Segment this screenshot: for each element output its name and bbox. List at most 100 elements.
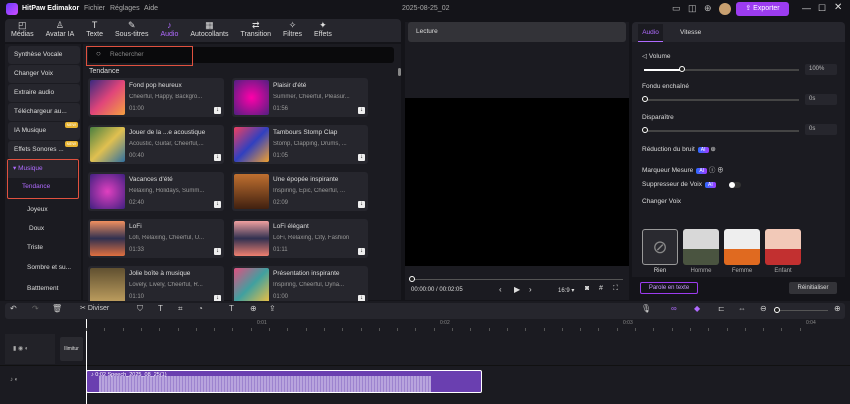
fade-in-slider[interactable]: [644, 99, 799, 101]
marker-icon[interactable]: ⛉: [137, 304, 143, 314]
zoom-out-icon[interactable]: ⊖: [760, 304, 767, 313]
sidebar-item-changer-voix[interactable]: Changer Voix: [8, 65, 80, 83]
sidebar-item-synthese-vocale[interactable]: Synthèse Vocale: [8, 46, 80, 64]
tab-transition[interactable]: ⇄ Transition: [235, 19, 277, 42]
zoom-knob[interactable]: [774, 307, 780, 313]
track-label[interactable]: Ilimitur: [60, 337, 83, 361]
avatar[interactable]: [719, 3, 731, 15]
tab-effets[interactable]: ✦ Effets: [308, 19, 338, 42]
sub-sombre[interactable]: Sombre et su...: [27, 264, 71, 271]
seek-knob[interactable]: [409, 276, 415, 282]
redo-icon[interactable]: ↷: [32, 304, 39, 313]
fit-icon[interactable]: ⇔: [738, 304, 746, 313]
fade-out-input[interactable]: 0s: [805, 124, 837, 135]
music-card[interactable]: LoFi élégant LoFi, Relaxing, City, Fashio…: [232, 219, 368, 258]
download-icon[interactable]: ⊕: [710, 146, 715, 153]
info-icon[interactable]: ⓘ: [709, 167, 716, 174]
volume-knob[interactable]: [678, 66, 685, 72]
zoom-in-icon[interactable]: ⊕: [834, 304, 841, 313]
fade-in-input[interactable]: 0s: [805, 94, 837, 105]
close-icon[interactable]: ✕: [834, 2, 842, 13]
mic-icon[interactable]: 🎙: [641, 304, 651, 313]
music-card[interactable]: LoFi Lofi, Relaxing, Cheerful, U... 01:33 ↓: [88, 219, 224, 258]
speed-icon[interactable]: ◔: [198, 304, 203, 313]
tab-autocollants[interactable]: ▦ Autocollants: [184, 19, 234, 42]
download-icon[interactable]: ↓: [214, 154, 221, 161]
tab-filtres[interactable]: ✧ Filtres: [277, 19, 308, 42]
sidebar-item-ia-musique[interactable]: IA Musique NEW: [8, 122, 80, 140]
feedback-icon[interactable]: ◫: [688, 3, 697, 14]
maximize-icon[interactable]: ☐: [818, 3, 826, 14]
voice-homme[interactable]: [683, 229, 719, 265]
fullscreen-icon[interactable]: ⛶: [613, 285, 618, 293]
download-icon[interactable]: ↓: [214, 107, 221, 114]
scrollbar[interactable]: [398, 68, 401, 76]
sidebar-item-extraire-audio[interactable]: Extraire audio: [8, 84, 80, 102]
minimize-icon[interactable]: —: [802, 3, 811, 13]
music-card[interactable]: Jouer de la ...e acoustique Acoustic, Gui…: [88, 125, 224, 164]
reset-button[interactable]: Réinitialiser: [789, 282, 837, 294]
noise-reduction[interactable]: Réduction du bruit AI ⊕: [642, 145, 716, 153]
next-frame-icon[interactable]: ›: [529, 285, 532, 294]
sub-triste[interactable]: Triste: [27, 244, 43, 251]
download-icon[interactable]: ⊕: [717, 167, 724, 174]
download-icon[interactable]: ↓: [214, 248, 221, 255]
playhead[interactable]: [86, 319, 87, 404]
delete-icon[interactable]: 🗑: [52, 304, 62, 313]
zoom-slider[interactable]: [778, 310, 828, 311]
speech-to-text-button[interactable]: Parole en texte: [640, 282, 698, 294]
export-frame-icon[interactable]: ⇪: [269, 304, 276, 313]
freeze-icon[interactable]: T: [229, 304, 234, 313]
voice-femme[interactable]: [724, 229, 760, 265]
sidebar-item-telechargeur[interactable]: Téléchargeur au...: [8, 103, 80, 121]
download-icon[interactable]: ⊕: [250, 304, 257, 313]
voice-none[interactable]: ⊘: [642, 229, 678, 265]
sub-doux[interactable]: Doux: [29, 225, 44, 232]
tab-vitesse[interactable]: Vitesse: [680, 29, 701, 36]
sub-battement[interactable]: Batttement: [27, 285, 58, 292]
sidebar-item-musique[interactable]: ▾ Musique: [8, 160, 77, 178]
grid-icon[interactable]: #: [599, 285, 603, 292]
vocal-toggle[interactable]: [729, 182, 741, 188]
magnet-icon[interactable]: ◆: [694, 304, 700, 313]
sub-tendance[interactable]: Tendance: [22, 183, 50, 190]
music-card[interactable]: Tambours Stomp Clap Stomp, Clapping, Drum…: [232, 125, 368, 164]
download-icon[interactable]: ⊕: [704, 3, 712, 14]
voice-enfant[interactable]: [765, 229, 801, 265]
tab-texte[interactable]: T Texte: [80, 19, 109, 42]
fade-in-knob[interactable]: [642, 96, 648, 102]
menu-reglages[interactable]: Réglages: [110, 5, 140, 12]
download-icon[interactable]: ↓: [358, 248, 365, 255]
fade-out-knob[interactable]: [642, 127, 648, 133]
music-card[interactable]: Présentation inspirante Inspiring, Cheerf…: [232, 266, 368, 305]
tab-avatar-ia[interactable]: ♙ Avatar IA: [40, 19, 81, 42]
volume-slider[interactable]: [644, 69, 799, 71]
crop-icon[interactable]: ⌗: [178, 304, 183, 314]
snapshot-icon[interactable]: ◙: [585, 285, 589, 292]
music-card[interactable]: Vacances d'été Relaxing, Holidays, Summ..…: [88, 172, 224, 211]
link-icon[interactable]: ∞: [671, 304, 677, 313]
sub-joyeux[interactable]: Joyeux: [27, 206, 48, 213]
music-card[interactable]: Jolie boîte à musique Lovely, Lively, Che…: [88, 266, 224, 305]
beat-marker[interactable]: Marqueur Mesure AI ⓘ ⊕: [642, 164, 724, 174]
download-icon[interactable]: ↓: [214, 201, 221, 208]
menu-fichier[interactable]: Fichier: [84, 5, 105, 12]
fade-out-slider[interactable]: [644, 130, 799, 132]
download-icon[interactable]: ↓: [358, 107, 365, 114]
prev-frame-icon[interactable]: ‹: [499, 285, 502, 294]
undo-icon[interactable]: ↶: [10, 304, 17, 313]
split-button[interactable]: ✂ Diviser: [80, 304, 109, 312]
play-icon[interactable]: ▶: [514, 285, 520, 294]
seek-bar[interactable]: [411, 279, 623, 280]
music-card[interactable]: Fond pop heureux Cheerful, Happy, Backgro…: [88, 78, 224, 117]
tab-sous-titres[interactable]: ✎ Sous-titres: [109, 19, 154, 42]
tab-médias[interactable]: ◰ Médias: [5, 19, 40, 42]
music-card[interactable]: Une épopée inspirante Inspiring, Epic, Ch…: [232, 172, 368, 211]
download-icon[interactable]: ↓: [358, 154, 365, 161]
tab-audio[interactable]: ♪ Audio: [154, 19, 184, 42]
sidebar-item-effets-sonores[interactable]: Effets Sonores ... NEW: [8, 141, 80, 159]
audio-clip[interactable]: ♪ 0:02 Speech_2025_08_25(1): [86, 370, 482, 393]
export-button[interactable]: ⇪ Exporter: [736, 2, 789, 16]
split-view-icon[interactable]: ⊏: [718, 304, 725, 313]
track-controls-icon[interactable]: ▮ ◉ ◐: [13, 345, 29, 352]
